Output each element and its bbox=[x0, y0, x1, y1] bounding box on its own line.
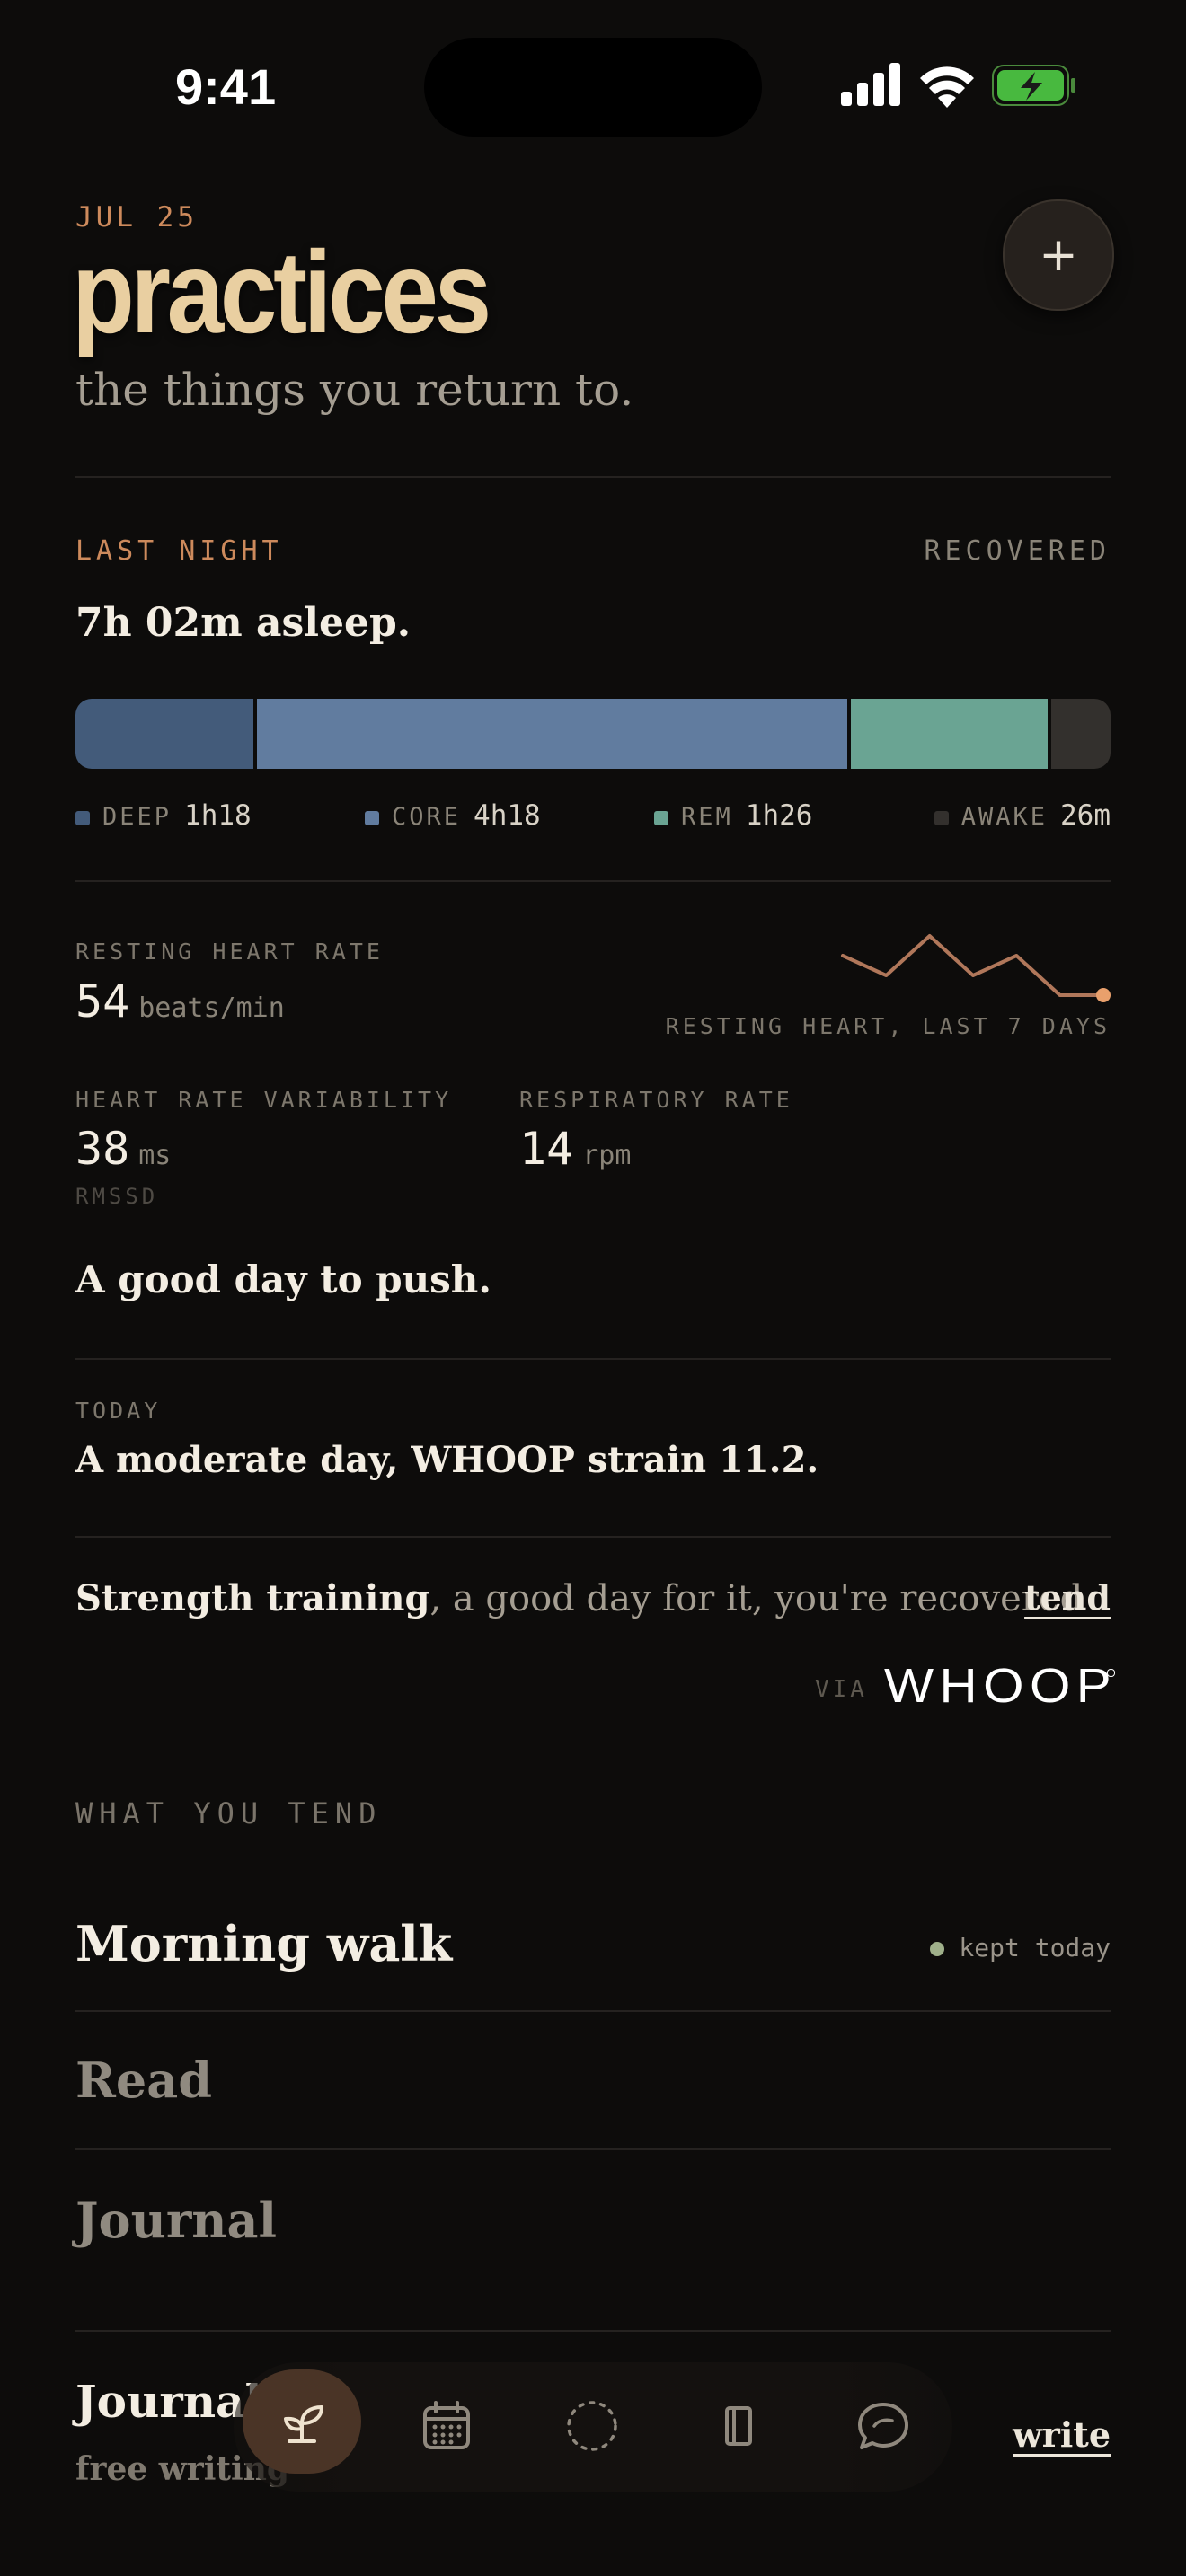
rhr-label: RESTING HEART RATE bbox=[75, 939, 384, 965]
nav-calendar-tab[interactable] bbox=[415, 2395, 478, 2457]
sleep-segment-deep bbox=[75, 699, 258, 769]
sleep-label: LAST NIGHT bbox=[75, 535, 283, 567]
dynamic-island bbox=[424, 38, 762, 137]
legend-core: CORE 4h18 bbox=[365, 799, 541, 832]
resp-metric: 14 rpm bbox=[519, 1123, 631, 1175]
legend-awake: AWAKE 26m bbox=[934, 799, 1111, 832]
suggestion-activity: Strength training bbox=[75, 1577, 430, 1619]
deep-swatch bbox=[75, 810, 90, 825]
resp-value: 14 bbox=[519, 1123, 574, 1175]
legend-deep: DEEP 1h18 bbox=[75, 799, 252, 832]
add-practice-button[interactable]: + bbox=[1003, 199, 1114, 311]
whoop-logo: WHOOP bbox=[884, 1659, 1118, 1713]
core-swatch bbox=[365, 810, 379, 825]
hrv-sublabel: RMSSD bbox=[75, 1184, 159, 1209]
via-label: VIA bbox=[815, 1676, 868, 1703]
tend-section-label: WHAT YOU TEND bbox=[75, 1796, 383, 1831]
chat-bubble-icon bbox=[858, 2403, 908, 2449]
nav-chat-tab[interactable] bbox=[852, 2395, 915, 2457]
page-title: practices bbox=[72, 226, 491, 357]
today-text: A moderate day, WHOOP strain 11.2. bbox=[75, 1439, 819, 1481]
divider bbox=[75, 2330, 1111, 2332]
sleep-summary: 7h 02m asleep. bbox=[75, 600, 412, 646]
suggestion-reason: , a good day for it, you're recovered bbox=[429, 1578, 1084, 1619]
sleep-stages-bar bbox=[75, 699, 1111, 769]
page-subtitle: the things you return to. bbox=[75, 364, 634, 416]
resp-label: RESPIRATORY RATE bbox=[519, 1087, 793, 1113]
today-label: TODAY bbox=[75, 1398, 162, 1424]
resting-heart-sparkline bbox=[841, 934, 1111, 1002]
kept-status: kept today bbox=[930, 1933, 1111, 1963]
practice-row-journal[interactable]: Journal bbox=[75, 2150, 1111, 2330]
plus-icon: + bbox=[1039, 228, 1078, 282]
practice-title: Journal bbox=[75, 2192, 278, 2249]
rhr-metric: 54 beats/min bbox=[75, 975, 285, 1028]
battery-charging-icon bbox=[992, 65, 1075, 106]
hrv-metric: 38 ms bbox=[75, 1123, 171, 1175]
dotted-circle-icon bbox=[567, 2401, 617, 2451]
sprout-icon bbox=[284, 2405, 323, 2443]
book-icon bbox=[725, 2406, 752, 2446]
hrv-value: 38 bbox=[75, 1123, 130, 1175]
rem-swatch bbox=[654, 810, 668, 825]
practice-title: Morning walk bbox=[75, 1915, 453, 1972]
hrv-label: HEART RATE VARIABILITY bbox=[75, 1087, 453, 1113]
rhr-value: 54 bbox=[75, 975, 130, 1028]
practice-row-read[interactable]: Read bbox=[75, 2012, 1111, 2147]
write-link[interactable]: write bbox=[1013, 2414, 1111, 2455]
sleep-segment-awake bbox=[1050, 699, 1111, 769]
sleep-segment-core bbox=[257, 699, 852, 769]
cellular-signal-icon bbox=[841, 63, 900, 106]
tend-link[interactable]: tend bbox=[1024, 1577, 1111, 1618]
recovery-status: RECOVERED bbox=[924, 535, 1111, 567]
day-verdict: A good day to push. bbox=[75, 1257, 491, 1301]
status-time: 9:41 bbox=[175, 58, 277, 115]
rhr-unit: beats/min bbox=[138, 992, 285, 1024]
nav-practices-tab[interactable] bbox=[243, 2369, 361, 2474]
nav-cycle-tab[interactable] bbox=[561, 2395, 624, 2457]
resp-unit: rpm bbox=[582, 1140, 632, 1171]
practice-title: Read bbox=[75, 2051, 212, 2109]
sleep-segment-rem bbox=[851, 699, 1051, 769]
sparkline-latest-point bbox=[1096, 988, 1111, 1002]
divider bbox=[75, 476, 1111, 478]
awake-swatch bbox=[934, 810, 949, 825]
nav-book-tab[interactable] bbox=[706, 2395, 769, 2457]
hrv-unit: ms bbox=[138, 1140, 172, 1171]
divider bbox=[75, 880, 1111, 882]
kept-dot-icon bbox=[930, 1942, 945, 1956]
registered-mark bbox=[1107, 1669, 1115, 1677]
wifi-icon bbox=[920, 66, 974, 108]
suggestion-text: Strength training, a good day for it, yo… bbox=[75, 1577, 1083, 1619]
legend-rem: REM 1h26 bbox=[654, 799, 812, 832]
sparkline-line bbox=[841, 934, 1105, 997]
calendar-icon bbox=[423, 2401, 470, 2449]
sparkline-caption: RESTING HEART, LAST 7 DAYS bbox=[665, 1013, 1111, 1039]
divider bbox=[75, 1358, 1111, 1360]
divider bbox=[75, 1536, 1111, 1538]
practice-row-morning-walk[interactable]: Morning walk kept today bbox=[75, 1895, 1111, 2012]
